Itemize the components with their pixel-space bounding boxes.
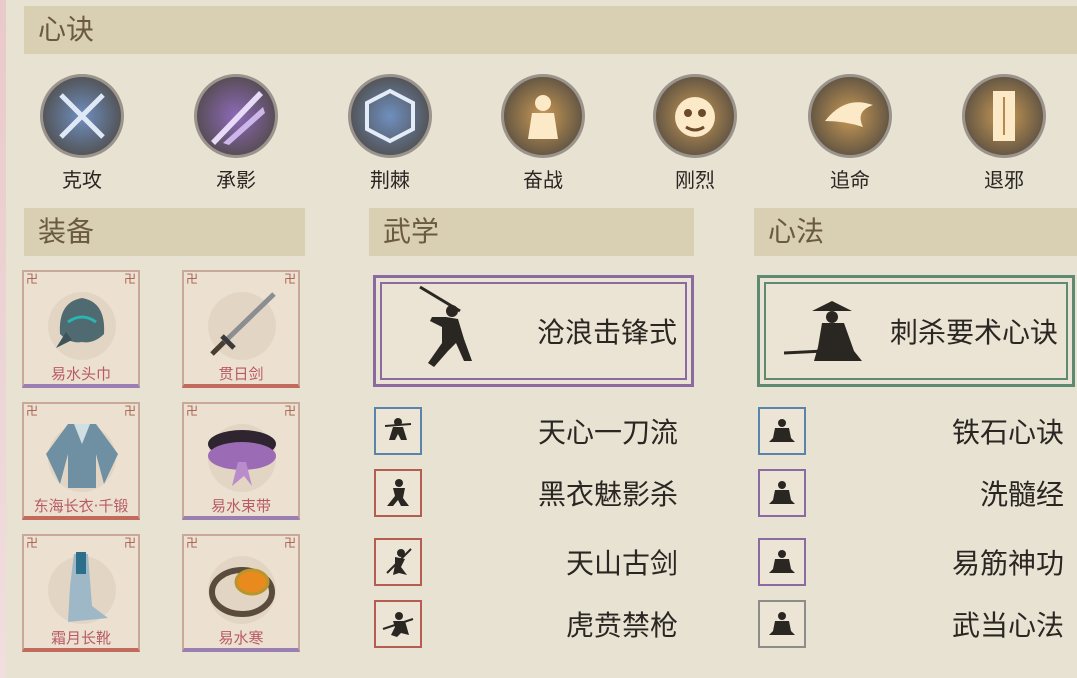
thorn-shield-icon — [365, 88, 415, 144]
meditating-monk-icon — [769, 550, 795, 573]
corner-ornament-icon: 卍 — [26, 404, 39, 418]
equip-label: 易水寒 — [218, 629, 264, 647]
equip-label: 霜月长靴 — [50, 629, 111, 647]
skill-orb — [808, 74, 892, 158]
crouching-assassin-icon — [783, 301, 862, 361]
leaping-swordsman-icon — [386, 548, 412, 575]
mind-item-title: 武当心法 — [951, 609, 1064, 642]
beast-face-icon — [675, 97, 715, 137]
sword-icon — [208, 292, 276, 360]
martial-item-title: 黑衣魅影杀 — [537, 478, 678, 511]
skill-name: 奋战 — [523, 168, 563, 192]
skill-name: 承影 — [216, 168, 256, 192]
section-heart-formula-title: 心诀 — [38, 13, 95, 46]
meditating-monk-icon — [769, 419, 795, 442]
skill-slot[interactable]: 刚烈 — [645, 74, 745, 193]
martial-list-item[interactable]: 黑衣魅影杀 — [374, 468, 678, 518]
martial-featured-title: 沧浪击锋式 — [536, 316, 677, 349]
crossed-blades-icon — [59, 93, 105, 139]
equip-slot-head[interactable]: 卍 卍 易水头巾 — [22, 270, 140, 388]
martial-featured-card[interactable]: 沧浪击锋式 — [373, 275, 694, 387]
equip-slot-ring[interactable]: 卍 卍 易水寒 — [182, 534, 300, 652]
belt-icon — [208, 424, 276, 492]
mind-list-item[interactable]: 洗髓经 — [758, 468, 1064, 518]
skill-orb — [653, 74, 737, 158]
spearman-icon — [382, 612, 414, 637]
section-heart-formula-header: 心诀 — [24, 6, 1077, 54]
corner-ornament-icon: 卍 — [26, 272, 39, 286]
martial-item-title: 虎贲禁枪 — [565, 609, 678, 642]
corner-ornament-icon: 卍 — [26, 536, 39, 550]
skill-name: 刚烈 — [675, 168, 715, 192]
section-martial-title: 武学 — [383, 215, 440, 248]
section-equipment-header: 装备 — [24, 208, 305, 256]
equip-slot-body[interactable]: 卍 卍 东海长衣·千锻 — [22, 402, 140, 520]
martial-item-title: 天心一刀流 — [537, 416, 678, 449]
dash-swirl-icon — [825, 102, 873, 127]
skill-name: 追命 — [830, 168, 870, 192]
mind-list-item[interactable]: 武当心法 — [758, 599, 1064, 649]
mind-item-title: 铁石心诀 — [951, 416, 1064, 449]
section-equipment-title: 装备 — [38, 215, 95, 248]
skill-slot[interactable]: 退邪 — [954, 74, 1054, 193]
martial-thumb — [374, 407, 422, 455]
mind-list-item[interactable]: 易筋神功 — [758, 537, 1064, 587]
skill-name: 克攻 — [62, 168, 102, 192]
equip-label: 东海长衣·千锻 — [33, 497, 129, 515]
talisman-icon — [993, 91, 1015, 141]
mind-thumb — [758, 538, 806, 586]
meditating-monk-icon — [769, 481, 795, 504]
section-mind-header: 心法 — [754, 208, 1077, 256]
equip-label: 易水头巾 — [50, 365, 111, 383]
swordsman-icon — [419, 285, 472, 367]
mind-item-title: 洗髓经 — [979, 478, 1064, 511]
skill-slot[interactable]: 克攻 — [32, 74, 132, 193]
mind-thumb — [758, 469, 806, 517]
skill-name: 退邪 — [984, 168, 1024, 192]
warrior-icon — [528, 95, 558, 139]
mind-item-title: 易筋神功 — [951, 547, 1064, 580]
skill-orb — [194, 74, 278, 158]
mind-thumb — [758, 600, 806, 648]
martial-list-item[interactable]: 虎贲禁枪 — [374, 599, 678, 649]
skill-slot[interactable]: 追命 — [800, 74, 900, 193]
martial-thumb — [374, 600, 422, 648]
martial-thumb — [374, 469, 422, 517]
skill-name: 荆棘 — [370, 168, 410, 192]
section-martial-header: 武学 — [369, 208, 694, 256]
shadow-assassin-icon — [387, 479, 409, 506]
skill-slot[interactable]: 荆棘 — [340, 74, 440, 193]
equip-slot-belt[interactable]: 卍 卍 易水束带 — [182, 402, 300, 520]
skill-orb — [40, 74, 124, 158]
section-mind-title: 心法 — [768, 215, 825, 248]
mind-thumb — [758, 407, 806, 455]
robe-icon — [46, 424, 118, 492]
hood-icon — [48, 292, 116, 360]
martial-list-item[interactable]: 天心一刀流 — [374, 406, 678, 456]
mind-list-item[interactable]: 铁石心诀 — [758, 406, 1064, 456]
martial-item-title: 天山古剑 — [565, 547, 678, 580]
mind-featured-title: 刺杀要术心诀 — [889, 316, 1058, 349]
martial-thumb — [374, 538, 422, 586]
skill-orb — [348, 74, 432, 158]
boots-icon — [48, 552, 116, 624]
skill-slot[interactable]: 奋战 — [493, 74, 593, 193]
equip-label: 易水束带 — [210, 497, 271, 515]
mind-featured-card[interactable]: 刺杀要术心诀 — [757, 275, 1075, 387]
meditating-monk-icon — [769, 612, 795, 635]
equip-label: 贯日剑 — [218, 365, 264, 383]
equip-slot-weapon[interactable]: 卍 卍 贯日剑 — [182, 270, 300, 388]
left-edge-strip — [0, 0, 6, 678]
equip-slot-boots[interactable]: 卍 卍 霜月长靴 — [22, 534, 140, 652]
skill-orb — [501, 74, 585, 158]
corner-ornament-icon: 卍 — [186, 536, 199, 550]
corner-ornament-icon: 卍 — [186, 404, 199, 418]
corner-ornament-icon: 卍 — [186, 272, 199, 286]
skill-slot[interactable]: 承影 — [186, 74, 286, 193]
martial-list-item[interactable]: 天山古剑 — [374, 537, 678, 587]
ring-icon — [208, 556, 276, 624]
light-rays-icon — [211, 91, 265, 145]
swordsman-icon — [384, 418, 412, 440]
skill-orb — [962, 74, 1046, 158]
